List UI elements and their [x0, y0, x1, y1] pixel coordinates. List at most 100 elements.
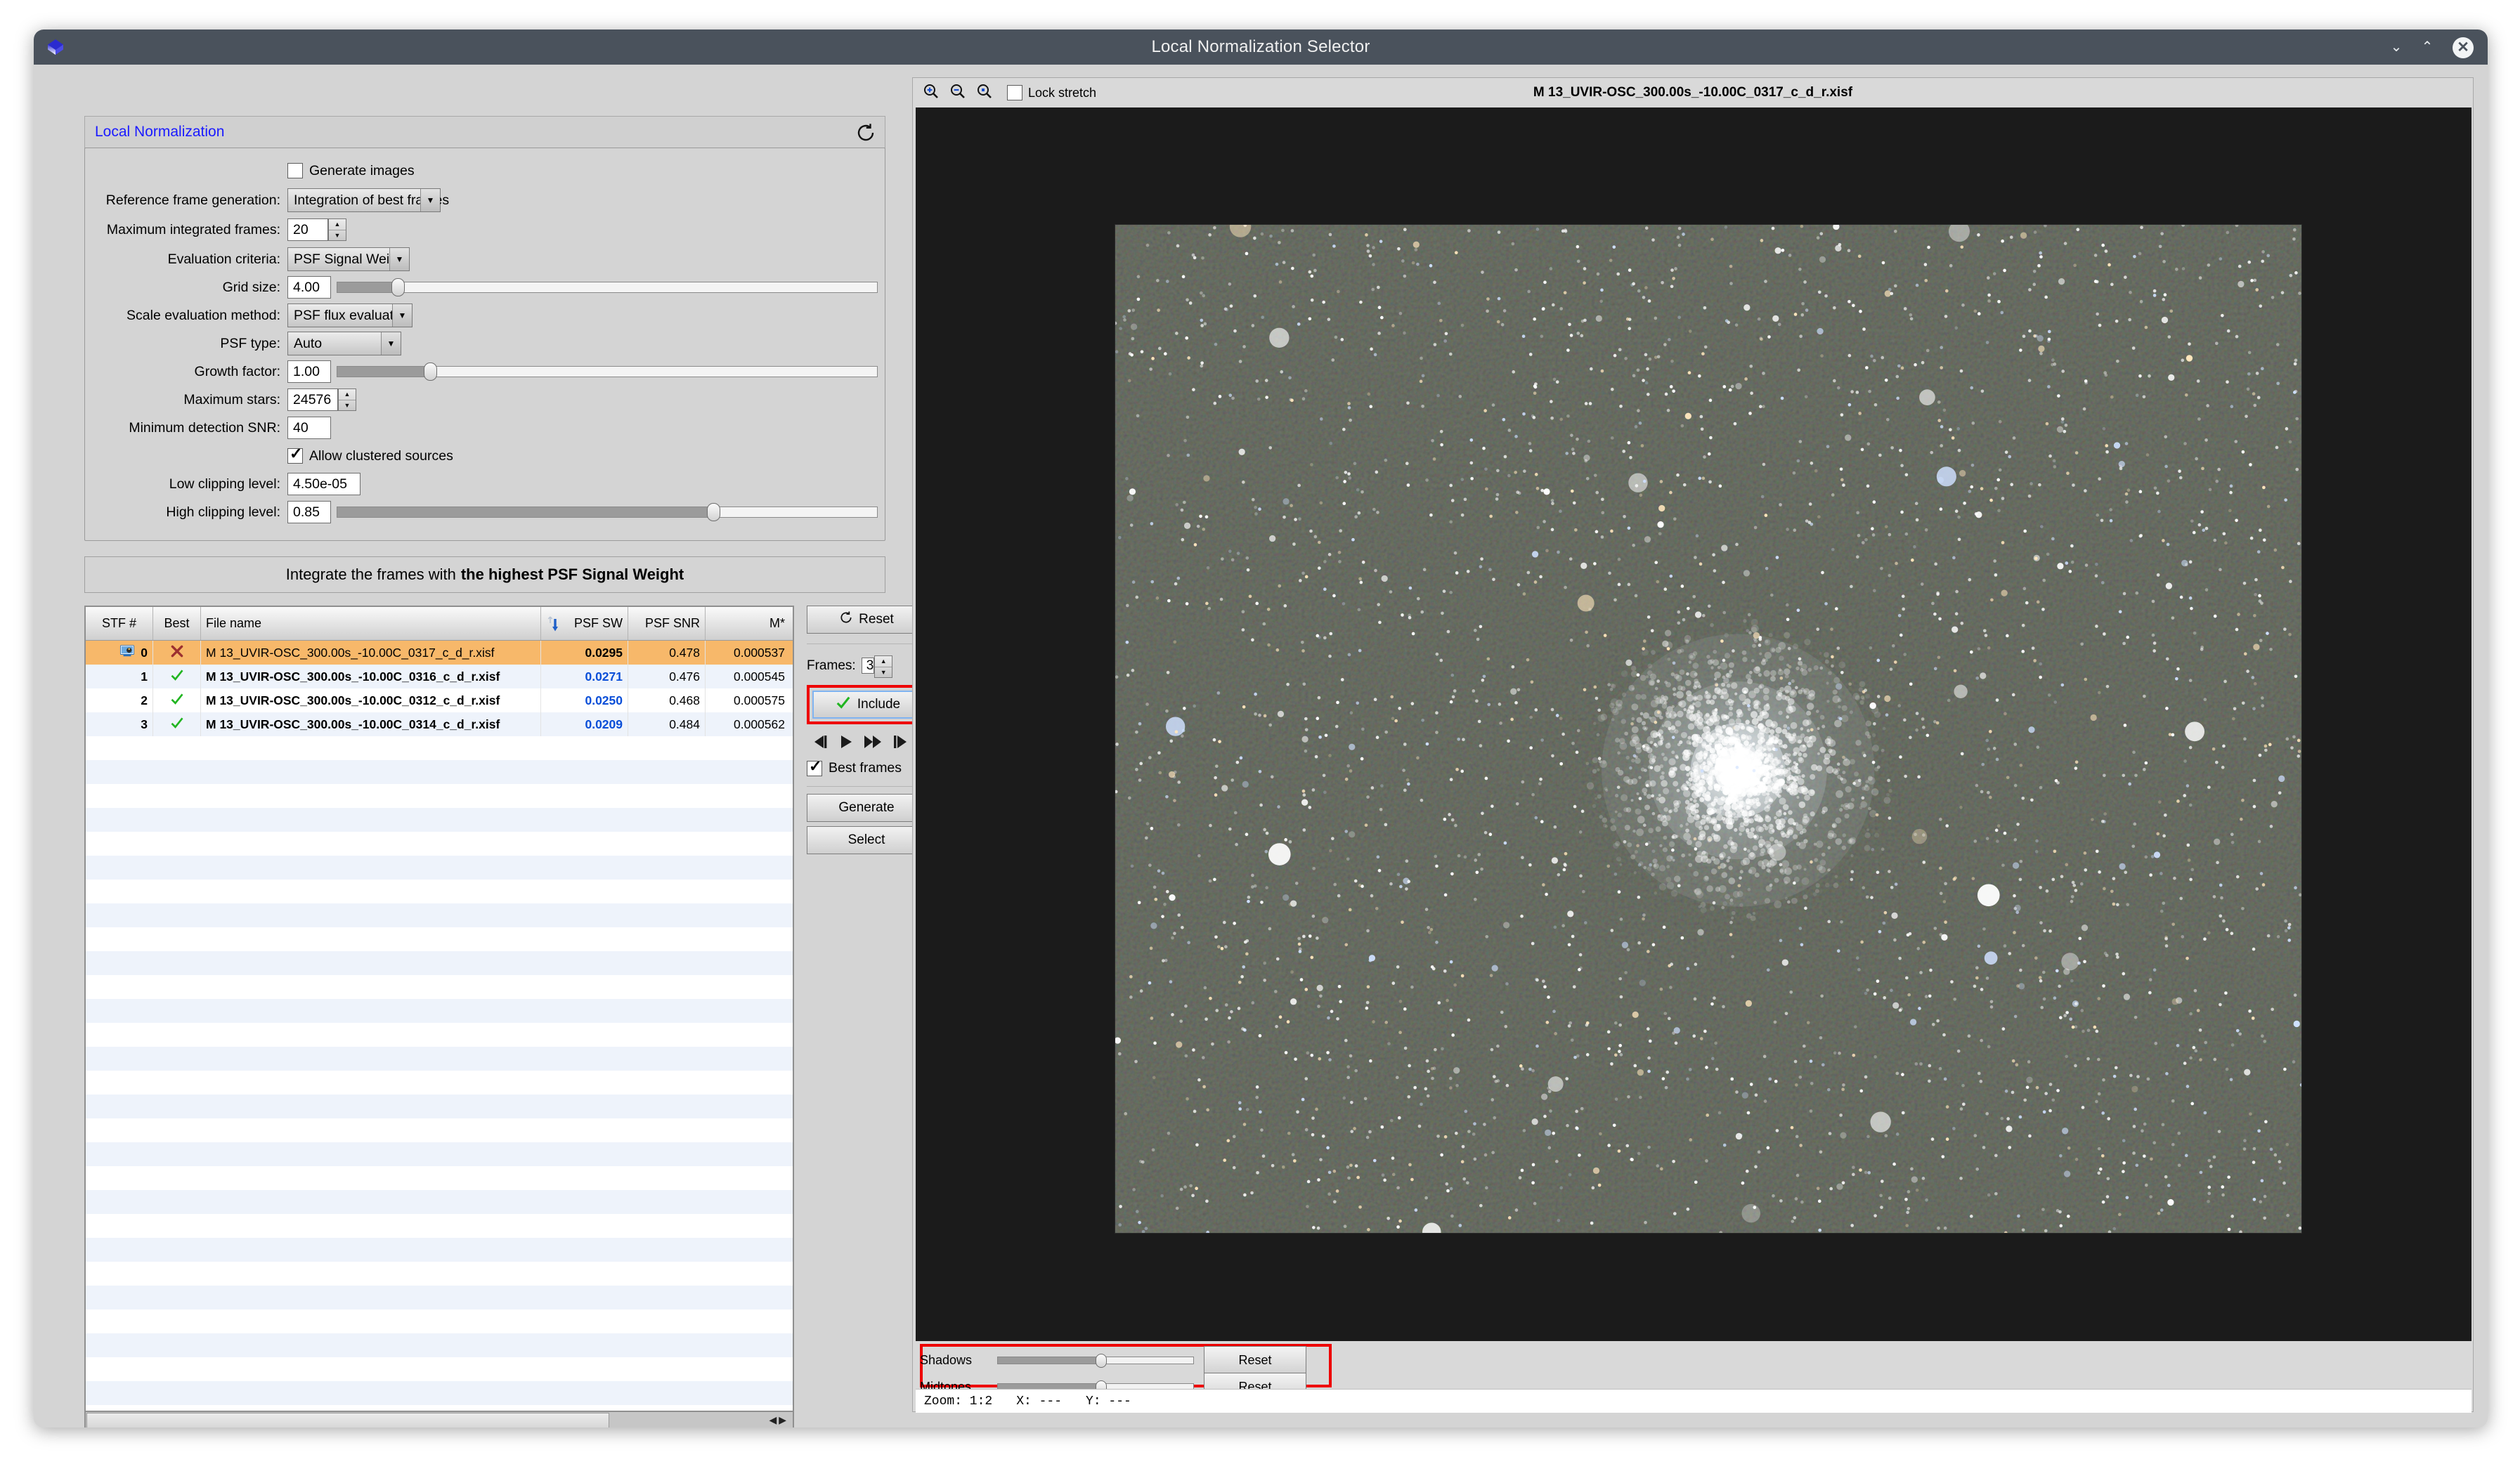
high-clipping-level-slider[interactable]	[337, 503, 878, 521]
grid-size-slider[interactable]	[337, 278, 878, 296]
include-button[interactable]: Include	[812, 691, 923, 719]
column-header-best[interactable]: Best	[153, 607, 201, 640]
maximum-stars-stepper[interactable]: ▲ ▼	[338, 388, 356, 411]
cell-stf[interactable]: 3	[86, 712, 153, 736]
image-canvas[interactable]	[916, 107, 2472, 1341]
scale-evaluation-method-select[interactable]: PSF flux evaluation ▼	[287, 303, 413, 327]
cell-stf[interactable]: 0	[86, 641, 153, 665]
column-header-file-name[interactable]: File name	[201, 607, 541, 640]
cell-stf[interactable]: 2	[86, 688, 153, 712]
table-side-controls: Reset Frames: 3 ▲ ▼ Include ✓ Best frame…	[807, 606, 926, 854]
table-row[interactable]: 0 M 13_UVIR-OSC_300.00s_-10.00C_0317_c_d_…	[86, 641, 793, 665]
table-empty-row	[86, 1166, 793, 1190]
grid-size-input[interactable]: 4.00	[287, 276, 331, 299]
reference-frame-generation-select[interactable]: Integration of best frames ▼	[287, 188, 449, 212]
play-icon[interactable]	[838, 734, 854, 753]
maximum-integrated-frames-stepper[interactable]: ▲ ▼	[328, 218, 346, 241]
starfield	[1115, 225, 2301, 1233]
generate-button[interactable]: Generate	[807, 794, 926, 822]
red-x-icon	[170, 644, 184, 662]
scroll-arrows-icon[interactable]: ◀▶	[769, 1414, 788, 1426]
scrollbar-thumb[interactable]	[86, 1413, 609, 1427]
table-empty-row	[86, 760, 793, 784]
cell-file-name[interactable]: M 13_UVIR-OSC_300.00s_-10.00C_0316_c_d_r…	[201, 665, 541, 688]
local-normalization-header[interactable]: Local Normalization	[84, 116, 885, 148]
frames-label: Frames:	[807, 658, 856, 673]
y-coordinate-status: Y: ---	[1086, 1394, 1131, 1409]
table-empty-row	[86, 903, 793, 927]
maximum-stars-input[interactable]: 24576	[287, 388, 338, 411]
cell-best[interactable]	[153, 712, 201, 736]
skip-forward-icon[interactable]	[892, 734, 910, 753]
growth-factor-label: Growth factor:	[194, 363, 280, 379]
reset-icon[interactable]	[855, 122, 876, 143]
table-row[interactable]: 3 M 13_UVIR-OSC_300.00s_-10.00C_0314_c_d_…	[86, 712, 793, 736]
allow-clustered-sources-checkbox[interactable]	[287, 445, 303, 464]
minimize-button[interactable]: ⌄	[2388, 39, 2405, 56]
cell-file-name[interactable]: M 13_UVIR-OSC_300.00s_-10.00C_0317_c_d_r…	[201, 641, 541, 665]
shadows-slider[interactable]	[997, 1353, 1194, 1368]
table-empty-row	[86, 1142, 793, 1166]
allow-clustered-sources-label: Allow clustered sources	[309, 447, 453, 464]
column-header-mstar[interactable]: M*	[706, 607, 790, 640]
frames-stepper[interactable]: ▲ ▼	[874, 655, 893, 678]
cell-mstar: 0.000545	[734, 669, 785, 684]
window-title: Local Normalization Selector	[1151, 37, 1370, 56]
chevron-down-icon: ▼	[381, 332, 401, 355]
include-button-highlight: Include	[807, 685, 926, 724]
stf-thumbnail-icon[interactable]	[120, 645, 138, 660]
high-clipping-level-input[interactable]: 0.85	[287, 501, 331, 523]
select-button[interactable]: Select	[807, 826, 926, 854]
column-header-stf[interactable]: STF #	[86, 607, 153, 640]
application-window: Local Normalization Selector ⌄ ⌃ ✕ Local…	[34, 30, 2488, 1427]
table-row[interactable]: 2 M 13_UVIR-OSC_300.00s_-10.00C_0312_c_d_…	[86, 688, 793, 712]
cell-best[interactable]	[153, 688, 201, 712]
frames-table[interactable]: STF # Best File name PSF SW PSF SNR M* 0…	[84, 606, 794, 1427]
table-horizontal-scrollbar[interactable]: ◀▶	[84, 1411, 794, 1427]
table-empty-row	[86, 832, 793, 856]
reset-button-label: Reset	[859, 612, 894, 627]
fast-forward-icon[interactable]	[863, 734, 883, 753]
evaluation-criteria-select[interactable]: PSF Signal Weight ▼	[287, 247, 410, 271]
table-empty-row	[86, 808, 793, 832]
local-normalization-parameters: Generate images Reference frame generati…	[84, 148, 885, 541]
frames-input[interactable]: 3	[861, 658, 875, 674]
grid-size-label: Grid size:	[222, 279, 280, 295]
column-header-psf-snr[interactable]: PSF SNR	[628, 607, 706, 640]
close-button[interactable]: ✕	[2453, 37, 2474, 58]
skip-back-icon[interactable]	[811, 734, 829, 753]
generate-images-label: Generate images	[309, 162, 415, 178]
table-header-row: STF # Best File name PSF SW PSF SNR M*	[86, 607, 793, 641]
green-check-icon	[170, 668, 184, 686]
maximum-integrated-frames-input[interactable]: 20	[287, 218, 328, 241]
cell-best[interactable]	[153, 665, 201, 688]
generate-images-checkbox[interactable]	[287, 163, 303, 178]
reset-button[interactable]: Reset	[807, 606, 926, 634]
shadows-reset-button[interactable]: Reset	[1204, 1346, 1306, 1374]
psf-type-select[interactable]: Auto ▼	[287, 332, 401, 355]
low-clipping-level-label: Low clipping level:	[169, 476, 280, 492]
maximize-button[interactable]: ⌃	[2419, 39, 2436, 56]
table-empty-row	[86, 856, 793, 880]
astronomical-image[interactable]	[1115, 224, 2302, 1234]
growth-factor-slider[interactable]	[337, 362, 878, 381]
best-frames-checkbox[interactable]	[807, 757, 822, 776]
table-empty-row	[86, 880, 793, 903]
psf-type-label: PSF type:	[220, 335, 280, 351]
include-button-label: Include	[857, 697, 901, 712]
cell-best[interactable]	[153, 641, 201, 665]
cell-file-name[interactable]: M 13_UVIR-OSC_300.00s_-10.00C_0312_c_d_r…	[201, 688, 541, 712]
cell-file-name[interactable]: M 13_UVIR-OSC_300.00s_-10.00C_0314_c_d_r…	[201, 712, 541, 736]
minimum-detection-snr-input[interactable]: 40	[287, 417, 331, 439]
low-clipping-level-input[interactable]: 4.50e-05	[287, 473, 361, 495]
stf-index: 2	[141, 693, 148, 707]
column-header-psf-sw[interactable]: PSF SW	[541, 607, 628, 640]
cell-psf-sw: 0.0271	[541, 665, 628, 688]
table-row[interactable]: 1 M 13_UVIR-OSC_300.00s_-10.00C_0316_c_d_…	[86, 665, 793, 688]
x-coordinate-status: X: ---	[1016, 1394, 1063, 1409]
stf-index: 1	[141, 669, 148, 684]
image-viewer-panel: Lock stretch M 13_UVIR-OSC_300.00s_-10.0…	[912, 77, 2474, 1413]
growth-factor-input[interactable]: 1.00	[287, 360, 331, 383]
cell-psf-snr: 0.484	[628, 712, 706, 736]
cell-stf[interactable]: 1	[86, 665, 153, 688]
